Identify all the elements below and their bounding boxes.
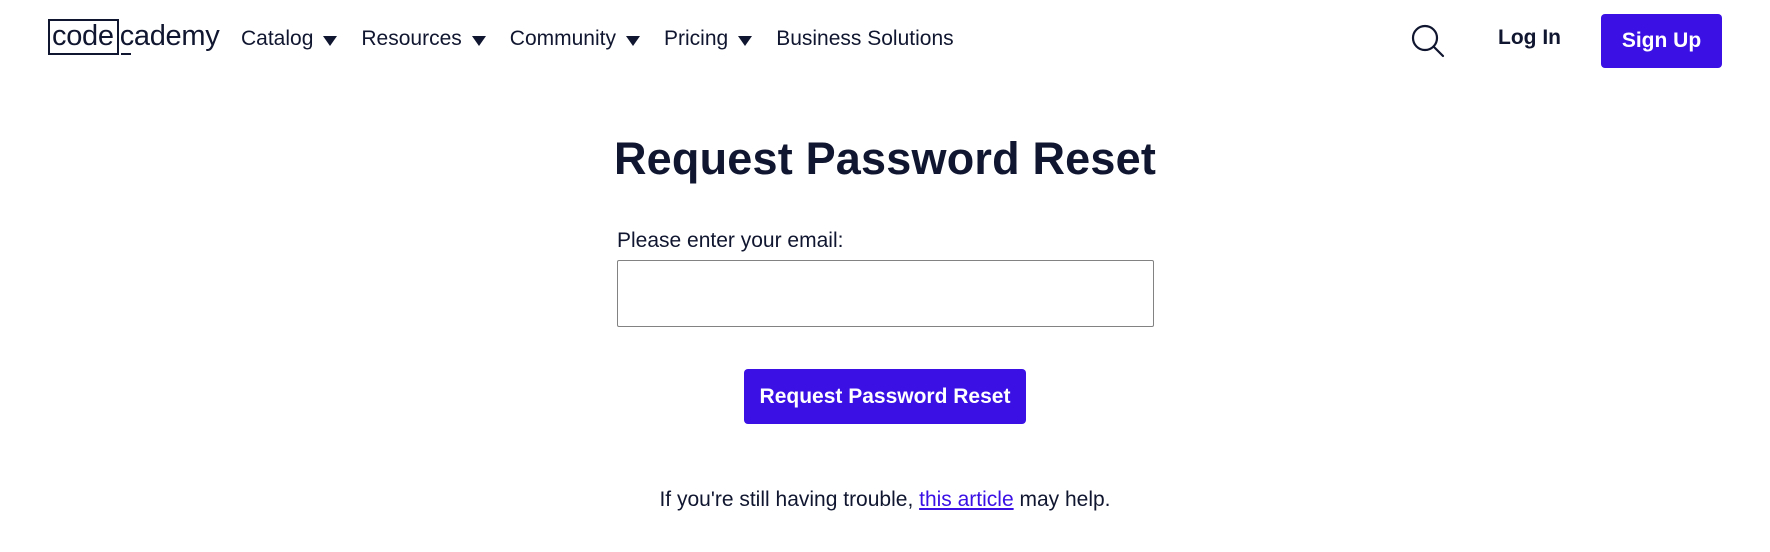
- login-link[interactable]: Log In: [1498, 26, 1561, 50]
- help-text-suffix: may help.: [1013, 488, 1111, 511]
- nav-pricing[interactable]: Pricing: [663, 27, 753, 51]
- chevron-down-icon: [471, 36, 486, 46]
- logo-box-text: code: [48, 19, 119, 55]
- chevron-down-icon: [323, 36, 338, 46]
- nav-business-solutions[interactable]: Business Solutions: [776, 27, 953, 51]
- nav-resources-label: Resources: [361, 27, 462, 50]
- main-nav: Catalog Resources Community Pricing Busi…: [241, 24, 954, 54]
- nav-catalog[interactable]: Catalog: [241, 27, 338, 51]
- help-text-prefix: If you're still having trouble,: [659, 488, 920, 511]
- search-icon: [1411, 24, 1445, 58]
- email-field[interactable]: [617, 260, 1154, 327]
- page-title: Request Password Reset: [613, 133, 1157, 184]
- nav-community[interactable]: Community: [510, 27, 640, 51]
- signup-button[interactable]: Sign Up: [1601, 14, 1722, 68]
- logo-rest-text: cademy: [119, 19, 220, 55]
- logo-rest-label: cademy: [119, 20, 220, 52]
- nav-community-label: Community: [509, 27, 616, 50]
- nav-business-label: Business Solutions: [776, 27, 954, 50]
- logo-cursor: [120, 52, 131, 55]
- nav-catalog-label: Catalog: [241, 27, 314, 50]
- request-reset-button[interactable]: Request Password Reset: [744, 369, 1026, 424]
- help-article-link[interactable]: this article: [919, 488, 1014, 511]
- help-text: If you're still having trouble, this art…: [0, 488, 1770, 512]
- search-button[interactable]: [1410, 23, 1446, 59]
- chevron-down-icon: [625, 36, 640, 46]
- site-header: code cademy Catalog Resources Community …: [0, 0, 1770, 80]
- email-label: Please enter your email:: [617, 229, 844, 252]
- nav-resources[interactable]: Resources: [361, 27, 486, 51]
- chevron-down-icon: [738, 36, 753, 46]
- codecademy-logo[interactable]: code cademy: [48, 19, 220, 57]
- nav-pricing-label: Pricing: [663, 27, 729, 50]
